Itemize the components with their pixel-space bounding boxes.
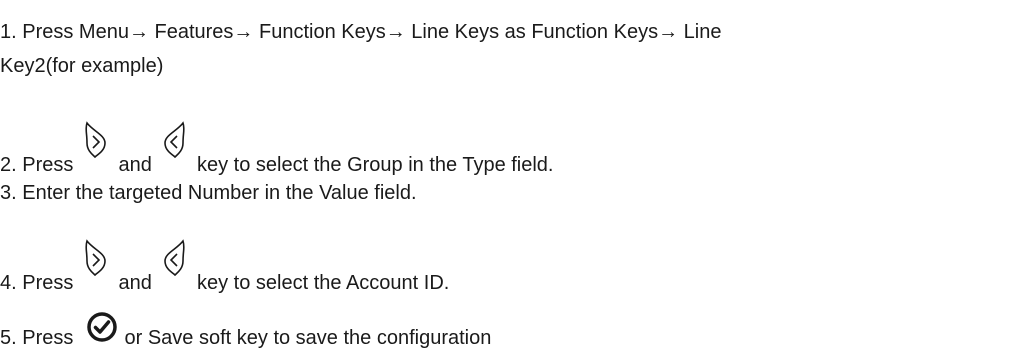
step-5-prefix: 5. Press [0, 327, 74, 349]
step-2-and: and [118, 154, 152, 176]
step-5-suffix: or Save soft key to save the configurati… [124, 327, 492, 349]
step-4-and: and [118, 272, 152, 294]
left-navigation-key-icon [161, 121, 187, 159]
left-navigation-key-icon [161, 239, 187, 277]
step-4-prefix: 4. Press [0, 272, 74, 294]
right-navigation-key-icon [83, 121, 109, 159]
step-4: 4. Press and key to select the Account I… [0, 239, 450, 295]
step-5: 5. Press or Save soft key to save the co… [0, 312, 492, 350]
step-3: 3. Enter the targeted Number in the Valu… [0, 182, 417, 204]
ok-key-icon [87, 312, 117, 342]
step-1-line-2: Key2(for example) [0, 55, 164, 77]
step-2: 2. Press and key to select the Group in … [0, 121, 554, 177]
step-1-line-1: 1. Press Menu→ Features→ Function Keys→ … [0, 21, 722, 43]
step-2-suffix: key to select the Group in the Type fiel… [196, 154, 554, 176]
step-2-prefix: 2. Press [0, 154, 74, 176]
right-navigation-key-icon [83, 239, 109, 277]
step-4-suffix: key to select the Account ID. [196, 272, 450, 294]
